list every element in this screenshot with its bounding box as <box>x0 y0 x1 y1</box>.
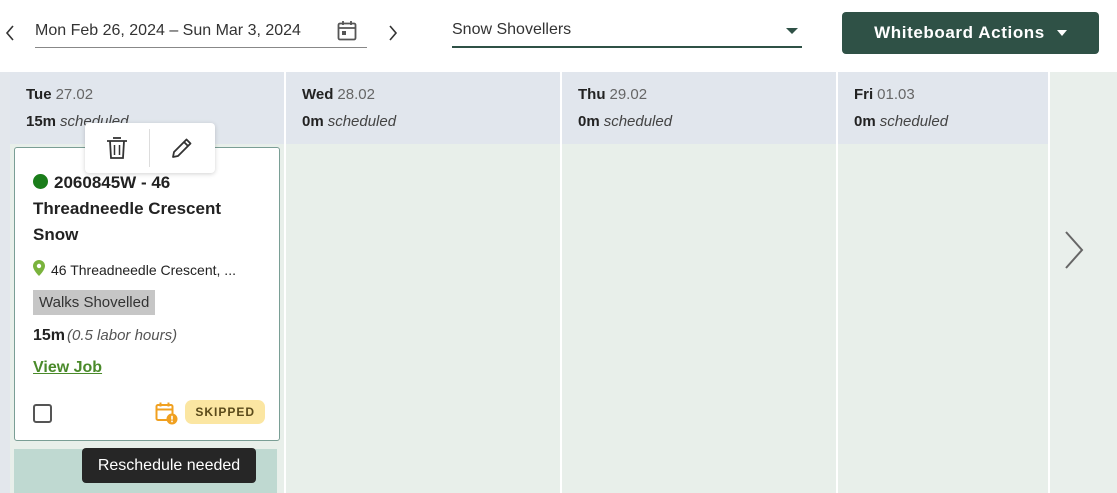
date-range-picker[interactable]: Mon Feb 26, 2024 – Sun Mar 3, 2024 <box>35 14 367 48</box>
scheduled-duration: 0m <box>578 113 600 130</box>
day-body[interactable] <box>286 144 560 493</box>
day-column-wed: Wed 28.02 0m scheduled <box>286 72 560 493</box>
day-date: 01.03 <box>877 86 915 103</box>
scheduled-duration: 15m <box>26 113 57 130</box>
day-date: 27.02 <box>55 86 94 103</box>
caret-down-icon <box>1056 30 1067 36</box>
scroll-next-button[interactable] <box>1062 228 1086 277</box>
day-body[interactable] <box>562 144 836 493</box>
whiteboard-actions-button[interactable]: Whiteboard Actions <box>842 12 1099 54</box>
chevron-right-icon <box>389 25 398 41</box>
crew-select-value: Snow Shovellers <box>452 21 572 38</box>
next-days-strip <box>1050 72 1117 493</box>
job-title-text: 2060845W - 46 Threadneedle Crescent Snow <box>33 173 222 244</box>
job-duration-value: 15m <box>33 327 66 344</box>
toolbar: Mon Feb 26, 2024 – Sun Mar 3, 2024 Snow … <box>0 0 1117 72</box>
day-header: Wed 28.02 0m scheduled <box>286 72 560 144</box>
day-header: Fri 01.03 0m scheduled <box>838 72 1048 144</box>
chevron-right-icon <box>1065 231 1084 269</box>
delete-job-button[interactable] <box>85 123 149 173</box>
labor-hours: (0.5 labor hours) <box>67 327 178 344</box>
caret-down-icon <box>786 28 798 34</box>
day-name: Thu <box>578 86 606 103</box>
day-header: Thu 29.02 0m scheduled <box>562 72 836 144</box>
job-address: 46 Threadneedle Crescent, ... <box>33 260 261 279</box>
day-name: Tue <box>26 86 52 103</box>
job-duration: 15m (0.5 labor hours) <box>33 327 261 345</box>
status-badge: SKIPPED <box>185 400 265 424</box>
trash-icon <box>107 137 127 159</box>
scheduled-label: scheduled <box>879 113 949 130</box>
job-actions-popover <box>85 123 215 173</box>
day-name: Fri <box>854 86 874 103</box>
job-address-text: 46 Threadneedle Crescent, ... <box>51 261 236 278</box>
job-select-checkbox[interactable] <box>33 404 52 423</box>
chevron-left-icon <box>5 25 14 41</box>
day-body[interactable] <box>838 144 1048 493</box>
left-edge <box>0 72 10 493</box>
day-column-fri: Fri 01.03 0m scheduled <box>838 72 1048 493</box>
whiteboard-actions-label: Whiteboard Actions <box>874 23 1045 42</box>
day-name: Wed <box>302 86 334 103</box>
calendar-warning-icon[interactable] <box>155 401 179 430</box>
view-job-link[interactable]: View Job <box>33 359 102 377</box>
day-column-thu: Thu 29.02 0m scheduled <box>562 72 836 493</box>
pencil-icon <box>172 138 192 158</box>
status-dot <box>33 174 48 189</box>
day-date: 29.02 <box>609 86 648 103</box>
prev-week-button[interactable] <box>0 20 20 46</box>
map-pin-icon <box>33 260 45 279</box>
next-week-button[interactable] <box>383 20 403 46</box>
service-tag: Walks Shovelled <box>33 290 156 315</box>
day-date: 28.02 <box>337 86 375 103</box>
job-card-footer: SKIPPED <box>33 400 265 426</box>
crew-select[interactable]: Snow Shovellers <box>452 14 802 48</box>
job-title: 2060845W - 46 Threadneedle Crescent Snow <box>33 170 261 248</box>
scheduled-duration: 0m <box>302 113 324 130</box>
job-card[interactable]: 2060845W - 46 Threadneedle Crescent Snow… <box>14 147 280 441</box>
date-range-text: Mon Feb 26, 2024 – Sun Mar 3, 2024 <box>35 21 301 39</box>
calendar-icon[interactable] <box>337 20 357 47</box>
scheduled-duration: 0m <box>854 113 876 130</box>
scheduled-label: scheduled <box>327 113 397 130</box>
edit-job-button[interactable] <box>150 123 214 173</box>
scheduled-label: scheduled <box>603 113 673 130</box>
reschedule-tooltip: Reschedule needed <box>82 448 256 483</box>
